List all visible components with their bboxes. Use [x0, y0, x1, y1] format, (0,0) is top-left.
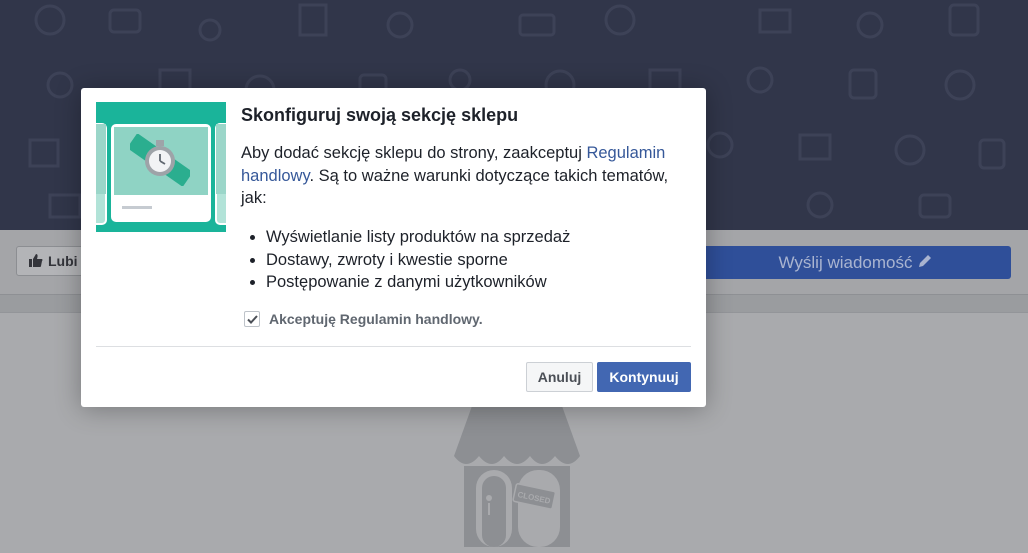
shop-setup-dialog: Skonfiguruj swoją sekcję sklepu Aby doda… — [81, 88, 706, 407]
thumbs-up-icon — [29, 253, 48, 270]
accept-terms-row[interactable]: Akceptuję Regulamin handlowy. — [244, 311, 483, 327]
dialog-intro: Aby dodać sekcję sklepu do strony, zaakc… — [241, 142, 696, 210]
accept-terms-label: Akceptuję Regulamin handlowy. — [269, 311, 483, 327]
dialog-divider — [96, 346, 691, 347]
cancel-button[interactable]: Anuluj — [526, 362, 593, 392]
dialog-title: Skonfiguruj swoją sekcję sklepu — [241, 105, 519, 125]
list-item: Postępowanie z danymi użytkowników — [248, 271, 570, 294]
store-icon: CLOSED — [452, 406, 582, 552]
like-label: Lubi — [48, 253, 78, 269]
list-item: Wyświetlanie listy produktów na sprzedaż — [248, 226, 570, 249]
send-message-button[interactable]: Wyślij wiadomość — [700, 246, 1011, 279]
continue-button[interactable]: Kontynuuj — [597, 362, 691, 392]
accept-terms-checkbox[interactable] — [244, 311, 260, 327]
checkmark-icon — [246, 311, 258, 327]
terms-topics-list: Wyświetlanie listy produktów na sprzedaż… — [248, 226, 570, 294]
watch-icon — [126, 133, 194, 191]
shop-thumbnail — [96, 102, 226, 232]
pencil-icon — [912, 253, 932, 273]
send-message-label: Wyślij wiadomość — [778, 252, 913, 272]
list-item: Dostawy, zwroty i kwestie sporne — [248, 249, 570, 272]
intro-text-before: Aby dodać sekcję sklepu do strony, zaakc… — [241, 144, 587, 162]
